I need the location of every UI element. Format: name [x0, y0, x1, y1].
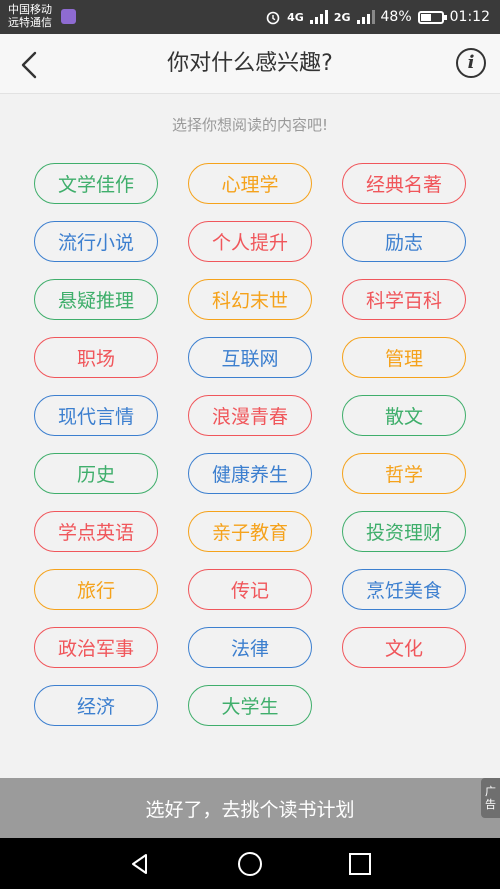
interest-tag[interactable]: 投资理财	[342, 511, 466, 552]
nav-home-button[interactable]	[220, 838, 280, 889]
clock: 01:12	[449, 9, 490, 25]
interest-tag[interactable]: 职场	[34, 337, 158, 378]
confirm-selection-button[interactable]: 选好了，去挑个读书计划	[0, 778, 500, 838]
interest-tag[interactable]: 个人提升	[188, 221, 312, 262]
nav-recents-button[interactable]	[330, 838, 390, 889]
nav-back-button[interactable]	[110, 838, 170, 889]
network-type-1: 4G	[287, 10, 304, 24]
interest-tag[interactable]: 健康养生	[188, 453, 312, 494]
battery-percent: 48%	[380, 9, 412, 25]
interest-tag[interactable]: 现代言情	[34, 395, 158, 436]
interest-tag[interactable]: 旅行	[34, 569, 158, 610]
interest-tag[interactable]: 法律	[188, 627, 312, 668]
network-type-2: 2G	[333, 10, 351, 24]
interest-tag[interactable]: 科幻末世	[188, 279, 312, 320]
info-icon: i	[467, 52, 475, 73]
circle-home-icon	[238, 851, 262, 876]
interest-tag[interactable]: 经典名著	[342, 163, 466, 204]
notification-app-icon	[61, 9, 76, 24]
interest-tag[interactable]: 哲学	[342, 453, 466, 494]
signal-icon-2	[356, 10, 375, 24]
interest-tag[interactable]: 互联网	[188, 337, 312, 378]
status-bar: 中国移动 远特通信 4G 2G 48% 01:12	[0, 0, 500, 34]
triangle-back-icon	[132, 853, 147, 874]
carrier-line1: 中国移动	[8, 3, 52, 16]
interest-tag[interactable]: 流行小说	[34, 221, 158, 262]
interest-tag[interactable]: 传记	[188, 569, 312, 610]
info-button[interactable]: i	[456, 48, 486, 78]
ad-tab[interactable]: 广 告	[481, 778, 500, 818]
interest-tag[interactable]: 科学百科	[342, 279, 466, 320]
page-title: 你对什么感兴趣?	[167, 51, 333, 76]
interest-tag[interactable]: 文化	[342, 627, 466, 668]
interest-tag[interactable]: 大学生	[188, 685, 312, 726]
square-recents-icon	[349, 852, 371, 875]
interest-tag[interactable]: 励志	[342, 221, 466, 262]
carrier-info: 中国移动 远特通信	[8, 3, 52, 29]
interest-tag[interactable]: 学点英语	[34, 511, 158, 552]
interest-tag[interactable]: 心理学	[188, 163, 312, 204]
alarm-icon	[266, 11, 280, 25]
interest-tag[interactable]: 浪漫青春	[188, 395, 312, 436]
interest-tag[interactable]: 散文	[342, 395, 466, 436]
interest-tag[interactable]: 经济	[34, 685, 158, 726]
ad-tab-line1: 广	[485, 785, 496, 798]
interest-tag[interactable]: 亲子教育	[188, 511, 312, 552]
carrier-line2: 远特通信	[8, 16, 52, 29]
battery-icon	[417, 10, 447, 24]
interest-tag[interactable]: 烹饪美食	[342, 569, 466, 610]
ad-tab-line2: 告	[485, 798, 496, 811]
interest-tag[interactable]: 悬疑推理	[34, 279, 158, 320]
interest-tag[interactable]: 历史	[34, 453, 158, 494]
top-app-bar: 你对什么感兴趣? i	[0, 34, 500, 94]
status-indicators: 4G 2G 48% 01:12	[265, 0, 490, 34]
interest-tag[interactable]: 政治军事	[34, 627, 158, 668]
signal-icon	[309, 10, 328, 24]
interest-tag-grid: 文学佳作 心理学 经典名著流行小说 个人提升 励志悬疑推理 科幻末世 科学百科职场 互联网 管理…	[34, 163, 466, 726]
interest-tag[interactable]: 管理	[342, 337, 466, 378]
system-nav-bar	[0, 838, 500, 889]
interest-tag[interactable]: 文学佳作	[34, 163, 158, 204]
subtitle: 选择你想阅读的内容吧!	[171, 116, 328, 134]
